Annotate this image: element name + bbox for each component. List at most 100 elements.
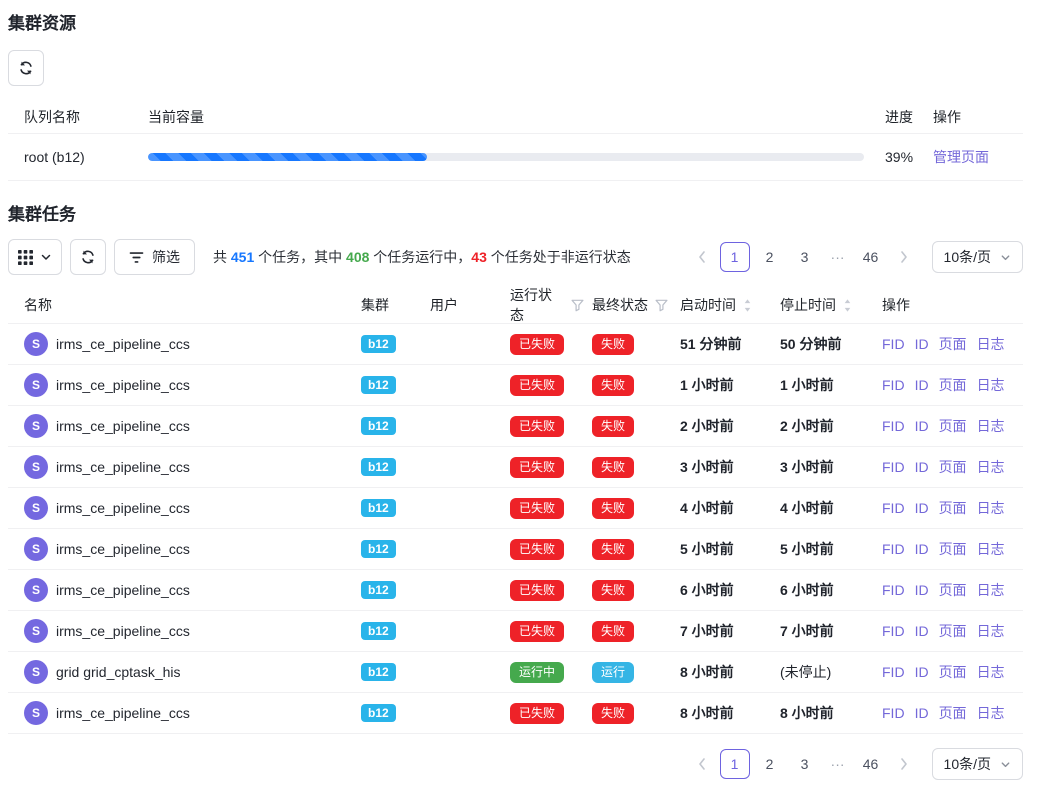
id-link[interactable]: ID [915, 459, 929, 475]
log-link[interactable]: 日志 [977, 580, 1005, 600]
table-row: S grid grid_cptask_his b12 运行中 运行 8 小时前 … [8, 652, 1023, 693]
log-link[interactable]: 日志 [977, 621, 1005, 641]
pagination-page-1[interactable]: 1 [720, 242, 750, 272]
filter-funnel-icon[interactable] [655, 299, 668, 312]
log-link[interactable]: 日志 [977, 416, 1005, 436]
pagination-ellipsis[interactable]: ··· [825, 249, 851, 265]
sorter-icon[interactable] [843, 298, 852, 313]
col-header-stop-time[interactable]: 停止时间 [772, 295, 874, 315]
refresh-icon [80, 249, 96, 265]
filter-button[interactable]: 筛选 [114, 239, 195, 275]
row-actions: FID ID 页面日志 [874, 334, 1023, 354]
id-link[interactable]: ID [915, 664, 929, 680]
cluster-tag: b12 [361, 376, 396, 394]
row-actions: FID ID 页面日志 [874, 498, 1023, 518]
log-link[interactable]: 日志 [977, 457, 1005, 477]
pagination-page-2[interactable]: 2 [755, 242, 785, 272]
start-time: 1 小时前 [672, 375, 772, 395]
col-header-final-status[interactable]: 最终状态 [584, 295, 672, 315]
avatar: S [24, 373, 48, 397]
page-link[interactable]: 页面 [939, 621, 967, 641]
avatar: S [24, 701, 48, 725]
resources-table-header: 队列名称 当前容量 进度 操作 [8, 100, 1023, 134]
task-name: irms_ce_pipeline_ccs [56, 377, 190, 393]
pagination-ellipsis[interactable]: ··· [825, 756, 851, 772]
id-link[interactable]: ID [915, 377, 929, 393]
id-link[interactable]: ID [915, 623, 929, 639]
col-header-user: 用户 [422, 295, 502, 315]
table-row: S irms_ce_pipeline_ccs b12 已失败 失败 51 分钟前… [8, 324, 1023, 365]
pagination-next[interactable] [891, 749, 917, 779]
id-link[interactable]: ID [915, 541, 929, 557]
filter-button-label: 筛选 [152, 247, 180, 267]
pagination-page-2[interactable]: 2 [755, 749, 785, 779]
layout-select-button[interactable] [8, 239, 62, 275]
page-link[interactable]: 页面 [939, 416, 967, 436]
log-link[interactable]: 日志 [977, 539, 1005, 559]
page-link[interactable]: 页面 [939, 375, 967, 395]
pagination-page-3[interactable]: 3 [790, 242, 820, 272]
manage-page-link[interactable]: 管理页面 [933, 149, 989, 165]
log-link[interactable]: 日志 [977, 662, 1005, 682]
fid-link[interactable]: FID [882, 336, 905, 352]
log-link[interactable]: 日志 [977, 703, 1005, 723]
pagination-page-3[interactable]: 3 [790, 749, 820, 779]
stop-time: 6 小时前 [772, 580, 874, 600]
page-size-select[interactable]: 10条/页 [932, 748, 1023, 780]
row-actions: FID ID 页面日志 [874, 416, 1023, 436]
page-link[interactable]: 页面 [939, 662, 967, 682]
page-link[interactable]: 页面 [939, 580, 967, 600]
fid-link[interactable]: FID [882, 582, 905, 598]
fid-link[interactable]: FID [882, 664, 905, 680]
id-link[interactable]: ID [915, 500, 929, 516]
page-link[interactable]: 页面 [939, 539, 967, 559]
log-link[interactable]: 日志 [977, 334, 1005, 354]
col-header-run-status[interactable]: 运行状态 [502, 285, 584, 325]
fid-link[interactable]: FID [882, 377, 905, 393]
log-link[interactable]: 日志 [977, 375, 1005, 395]
pagination-prev[interactable] [689, 749, 715, 779]
fid-link[interactable]: FID [882, 418, 905, 434]
log-link[interactable]: 日志 [977, 498, 1005, 518]
sorter-icon[interactable] [743, 298, 752, 313]
run-status-badge: 已失败 [510, 621, 564, 642]
col-header-start-time[interactable]: 启动时间 [672, 295, 772, 315]
pagination-next[interactable] [891, 242, 917, 272]
chevron-left-icon [697, 757, 707, 771]
avatar: S [24, 332, 48, 356]
stop-time: 3 小时前 [772, 457, 874, 477]
id-link[interactable]: ID [915, 336, 929, 352]
pagination-page-46[interactable]: 46 [856, 242, 886, 272]
pagination-page-46[interactable]: 46 [856, 749, 886, 779]
id-link[interactable]: ID [915, 418, 929, 434]
filter-funnel-icon[interactable] [571, 299, 584, 312]
run-status-badge: 已失败 [510, 498, 564, 519]
final-status-badge: 失败 [592, 334, 634, 355]
chevron-right-icon [899, 250, 909, 264]
fid-link[interactable]: FID [882, 705, 905, 721]
id-link[interactable]: ID [915, 705, 929, 721]
run-status-badge: 已失败 [510, 334, 564, 355]
tasks-table-header: 名称 集群 用户 运行状态 最终状态 [8, 287, 1023, 324]
page-link[interactable]: 页面 [939, 457, 967, 477]
resources-refresh-button[interactable] [8, 50, 44, 86]
fid-link[interactable]: FID [882, 623, 905, 639]
table-row: S irms_ce_pipeline_ccs b12 已失败 失败 5 小时前 … [8, 529, 1023, 570]
fid-link[interactable]: FID [882, 541, 905, 557]
page-link[interactable]: 页面 [939, 498, 967, 518]
table-row: S irms_ce_pipeline_ccs b12 已失败 失败 7 小时前 … [8, 611, 1023, 652]
run-status-badge: 已失败 [510, 457, 564, 478]
fid-link[interactable]: FID [882, 500, 905, 516]
task-name: irms_ce_pipeline_ccs [56, 623, 190, 639]
final-status-badge: 失败 [592, 416, 634, 437]
progress-percent: 39% [872, 149, 925, 165]
page-link[interactable]: 页面 [939, 703, 967, 723]
id-link[interactable]: ID [915, 582, 929, 598]
page-size-select[interactable]: 10条/页 [932, 241, 1023, 273]
fid-link[interactable]: FID [882, 459, 905, 475]
pagination-prev[interactable] [689, 242, 715, 272]
tasks-refresh-button[interactable] [70, 239, 106, 275]
pagination-page-1[interactable]: 1 [720, 749, 750, 779]
page-link[interactable]: 页面 [939, 334, 967, 354]
summary-count-red: 43 [471, 249, 487, 265]
